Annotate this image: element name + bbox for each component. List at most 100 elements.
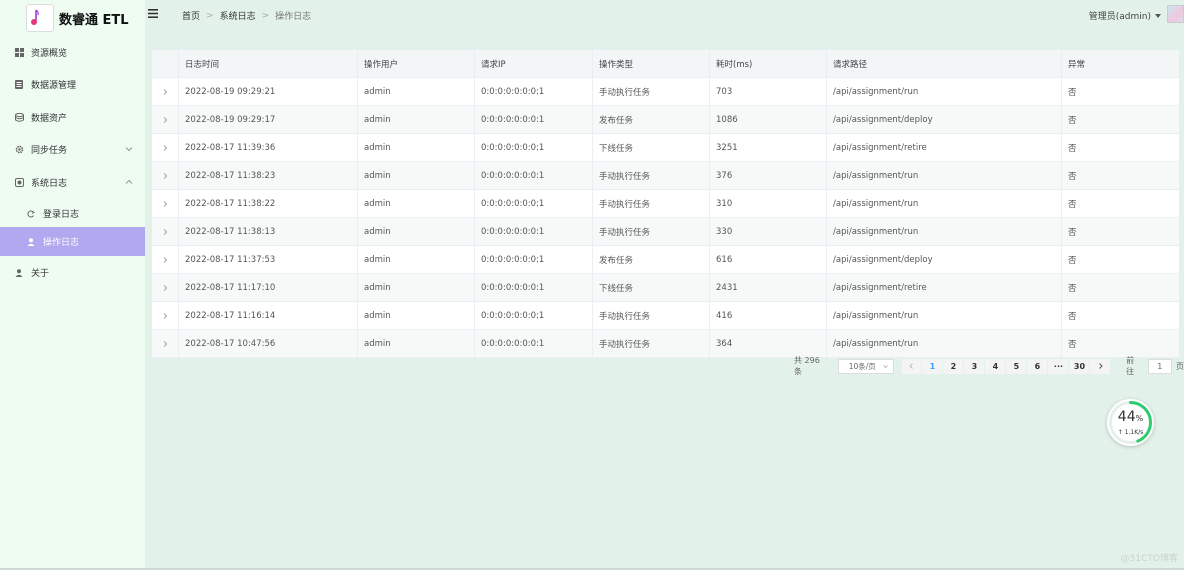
user-cell: admin (358, 78, 475, 105)
expand-row-button[interactable] (152, 134, 179, 161)
exception-cell: 否 (1068, 227, 1077, 238)
log-time-cell: 2022-08-19 09:29:21 (179, 78, 358, 105)
breadcrumb: 首页 > 系统日志 > 操作日志 (182, 9, 311, 23)
page-button[interactable]: 3 (964, 358, 985, 374)
ip-cell: 0:0:0:0:0:0:0:1 (475, 274, 593, 301)
sidebar-item-data-assets[interactable]: 数据资产 (0, 103, 145, 132)
log-time-cell: 2022-08-17 11:37:53 (179, 246, 358, 273)
operation-type-cell: 手动执行任务 (593, 330, 710, 357)
exception-cell: 否 (1068, 283, 1077, 294)
duration-cell: 1086 (710, 106, 827, 133)
chevron-up-icon (125, 179, 133, 184)
operation-log-table: 日志时间 操作用户 请求IP 操作类型 耗时(ms) 请求路径 异常 2022-… (152, 50, 1179, 358)
page-size-select[interactable]: 10条/页 (837, 358, 894, 374)
user-name: 管理员(admin) (1088, 12, 1151, 22)
table-row[interactable]: 2022-08-17 11:38:22 admin 0:0:0:0:0:0:0:1 手… (152, 190, 1179, 218)
chevron-right-icon (163, 340, 168, 347)
expand-row-button[interactable] (152, 106, 179, 133)
chevron-right-icon (163, 200, 168, 207)
path-cell: /api/assignment/run (827, 162, 1062, 189)
page-button[interactable]: 5 (1006, 358, 1027, 374)
sidebar-item-operation-logs[interactable]: 操作日志 (0, 227, 145, 256)
chevron-down-icon (125, 147, 133, 152)
goto-page-input[interactable]: 1 (1147, 358, 1172, 374)
sidebar-item-system-logs[interactable]: 系统日志 (0, 168, 145, 197)
duration-cell: 703 (710, 78, 827, 105)
path-cell: /api/assignment/run (827, 78, 1062, 105)
page-button[interactable]: 4 (985, 358, 1006, 374)
table-row[interactable]: 2022-08-17 11:38:23 admin 0:0:0:0:0:0:0:1 手… (152, 162, 1179, 190)
log-time-cell: 2022-08-17 11:38:23 (179, 162, 358, 189)
sidebar-item-label: 数据源管理 (31, 81, 77, 91)
breadcrumb-separator: > (261, 10, 270, 21)
sidebar-item-overview[interactable]: 资源概览 (0, 38, 145, 67)
table-row[interactable]: 2022-08-17 11:17:10 admin 0:0:0:0:0:0:0:1 下… (152, 274, 1179, 302)
sidebar-item-label: 资源概览 (31, 49, 68, 59)
chevron-right-icon (163, 144, 168, 151)
person-icon (14, 268, 24, 278)
page-button[interactable]: 6 (1027, 358, 1048, 374)
duration-cell: 330 (710, 218, 827, 245)
avatar[interactable] (1167, 5, 1184, 23)
log-time-cell: 2022-08-17 10:47:56 (179, 330, 358, 357)
gear-icon (14, 145, 24, 155)
login-icon (26, 209, 36, 219)
sidebar-item-sync-tasks[interactable]: 同步任务 (0, 135, 145, 164)
table-row[interactable]: 2022-08-17 11:16:14 admin 0:0:0:0:0:0:0:1 手… (152, 302, 1179, 330)
expand-row-button[interactable] (152, 190, 179, 217)
page-buttons: 1 2 3 4 5 6 ··· 30 (922, 358, 1090, 374)
caret-down-icon (1155, 13, 1161, 18)
table-row[interactable]: 2022-08-17 10:47:56 admin 0:0:0:0:0:0:0:1 手… (152, 330, 1179, 358)
expand-row-button[interactable] (152, 302, 179, 329)
duration-cell: 376 (710, 162, 827, 189)
duration-cell: 364 (710, 330, 827, 357)
table-row[interactable]: 2022-08-17 11:37:53 admin 0:0:0:0:0:0:0:1 发… (152, 246, 1179, 274)
page-button[interactable]: 30 (1069, 358, 1090, 374)
table-row[interactable]: 2022-08-17 11:38:13 admin 0:0:0:0:0:0:0:1 手… (152, 218, 1179, 246)
table-row[interactable]: 2022-08-19 09:29:21 admin 0:0:0:0:0:0:0:1 手… (152, 78, 1179, 106)
exception-cell: 否 (1068, 115, 1077, 126)
chevron-right-icon (163, 284, 168, 291)
header: 首页 > 系统日志 > 操作日志 管理员(admin) (145, 0, 1184, 30)
sidebar-item-login-logs[interactable]: 登录日志 (0, 199, 145, 228)
page-ellipsis[interactable]: ··· (1048, 358, 1069, 374)
operation-type-cell: 手动执行任务 (593, 190, 710, 217)
table-row[interactable]: 2022-08-19 09:29:17 admin 0:0:0:0:0:0:0:1 发… (152, 106, 1179, 134)
table-row[interactable]: 2022-08-17 11:39:36 admin 0:0:0:0:0:0:0:1 下… (152, 134, 1179, 162)
page-button[interactable]: 1 (922, 358, 943, 374)
table-header: 日志时间 操作用户 请求IP 操作类型 耗时(ms) 请求路径 异常 (152, 50, 1179, 78)
expand-row-button[interactable] (152, 274, 179, 301)
ip-cell: 0:0:0:0:0:0:0:1 (475, 246, 593, 273)
hamburger-menu-icon[interactable] (148, 9, 158, 18)
sidebar-item-about[interactable]: 关于 (0, 258, 145, 287)
expand-row-button[interactable] (152, 330, 179, 357)
breadcrumb-separator: > (206, 10, 214, 21)
prev-page-button[interactable] (901, 358, 922, 374)
breadcrumb-home[interactable]: 首页 (182, 9, 200, 22)
sidebar-item-datasource[interactable]: 数据源管理 (0, 70, 145, 99)
app-title: 数睿通 ETL (59, 12, 129, 28)
operation-type-cell: 下线任务 (593, 134, 710, 161)
expand-row-button[interactable] (152, 246, 179, 273)
chevron-down-icon (883, 364, 888, 368)
next-page-button[interactable] (1090, 358, 1111, 374)
user-menu[interactable]: 管理员(admin) (1089, 9, 1161, 22)
user-icon (26, 237, 36, 247)
column-header: 操作类型 (593, 50, 710, 77)
page-button[interactable]: 2 (943, 358, 964, 374)
logo[interactable]: 数睿通 ETL (0, 0, 145, 36)
expand-row-button[interactable] (152, 162, 179, 189)
exception-cell: 否 (1068, 171, 1077, 182)
pagination-total: 共 296 条 (794, 356, 820, 376)
sidebar-item-label: 操作日志 (43, 238, 80, 248)
network-speed-widget[interactable]: 44% ↑ 1.1K/s (1107, 399, 1154, 446)
speed-rate: ↑ 1.1K/s (1117, 429, 1144, 436)
breadcrumb-system-logs[interactable]: 系统日志 (220, 9, 256, 22)
log-time-cell: 2022-08-17 11:16:14 (179, 302, 358, 329)
expand-row-button[interactable] (152, 78, 179, 105)
column-header: 日志时间 (179, 50, 358, 77)
path-cell: /api/assignment/deploy (827, 106, 1062, 133)
operation-type-cell: 手动执行任务 (593, 162, 710, 189)
expand-row-button[interactable] (152, 218, 179, 245)
sidebar-item-label: 同步任务 (31, 146, 68, 156)
